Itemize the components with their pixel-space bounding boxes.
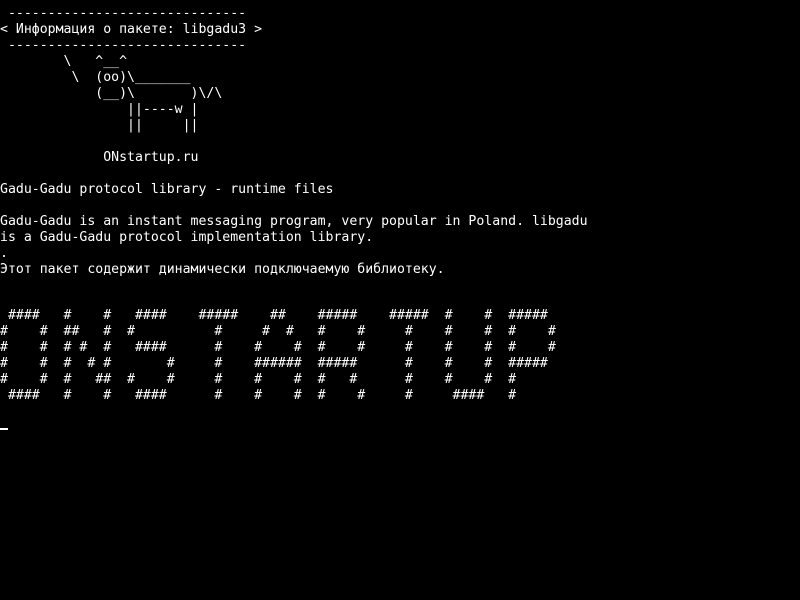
cow-line: \ ^__^ bbox=[0, 54, 128, 69]
terminal-window[interactable]: ------------------------------ < Информа… bbox=[0, 0, 800, 600]
description-line: Gadu-Gadu is an instant messaging progra… bbox=[0, 214, 588, 229]
banner-line: # # # # # # # ###### ##### # # # ##### bbox=[0, 356, 548, 371]
banner-line: # # ## # # # # # # # # # # # # bbox=[0, 324, 556, 339]
description-line: is a Gadu-Gadu protocol implementation l… bbox=[0, 230, 374, 245]
cow-line: ||----w | bbox=[0, 102, 199, 117]
cow-line: (__)\ )\/\ bbox=[0, 86, 223, 101]
description-line: Этот пакет содержит динамически подключа… bbox=[0, 262, 445, 277]
site-credit: ONstartup.ru bbox=[0, 150, 199, 165]
banner-line: # # # ## # # # # # # # # # # # bbox=[0, 372, 517, 387]
ascii-cow-art: \ ^__^ \ (oo)\_______ (__)\ )\/\ ||----w… bbox=[0, 54, 800, 134]
banner-line: #### # # #### ##### ## ##### ##### # # #… bbox=[0, 308, 548, 323]
bubble-text: < Информация о пакете: libgadu3 > bbox=[0, 22, 263, 37]
banner-line: #### # # #### # # # # # # #### # bbox=[0, 388, 517, 403]
package-description: Gadu-Gadu is an instant messaging progra… bbox=[0, 214, 800, 278]
ascii-banner: #### # # #### ##### ## ##### ##### # # #… bbox=[0, 308, 800, 404]
banner-line: # # # # # #### # # # # # # # # # # bbox=[0, 340, 556, 355]
cow-line: \ (oo)\_______ bbox=[0, 70, 191, 85]
package-summary: Gadu-Gadu protocol library - runtime fil… bbox=[0, 182, 334, 197]
bubble-bottom-border: ------------------------------ bbox=[0, 38, 247, 53]
description-line: . bbox=[0, 246, 8, 261]
cow-line: || || bbox=[0, 118, 199, 133]
bubble-top-border: ------------------------------ bbox=[0, 6, 247, 21]
text-cursor bbox=[0, 428, 8, 430]
cowsay-speech-bubble: ------------------------------ < Информа… bbox=[0, 6, 800, 54]
